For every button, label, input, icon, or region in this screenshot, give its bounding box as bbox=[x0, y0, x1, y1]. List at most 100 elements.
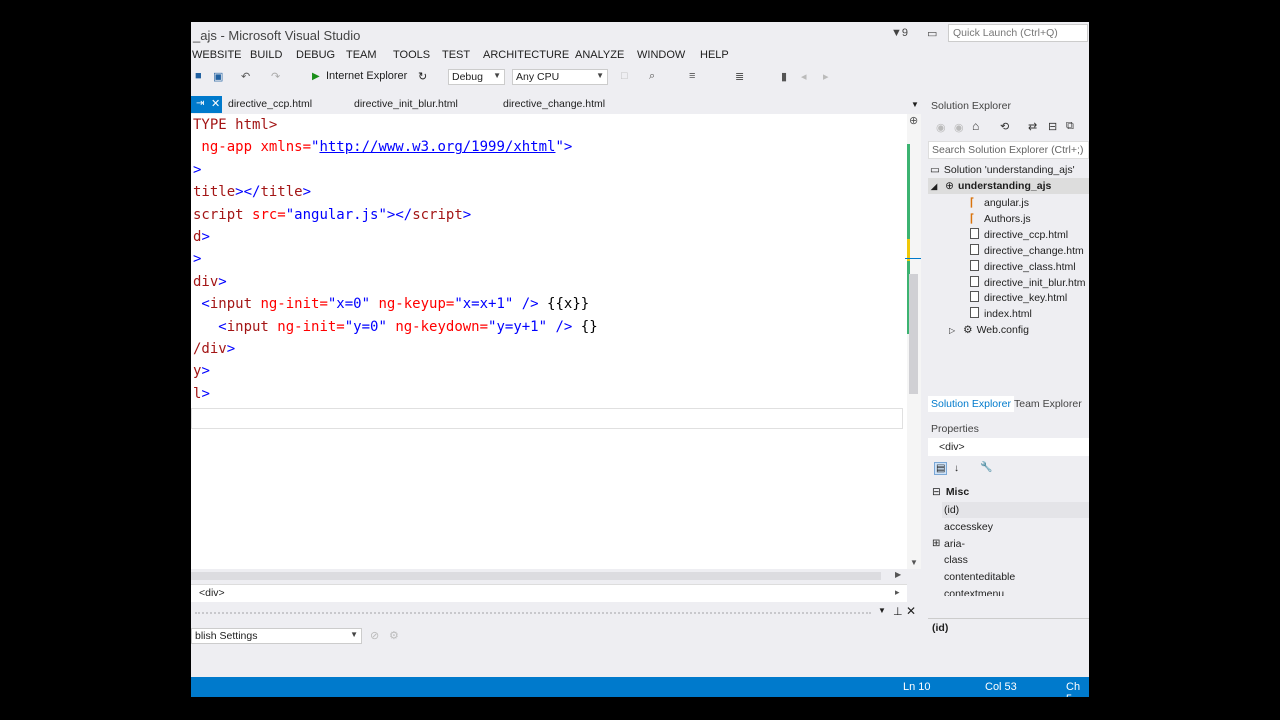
alphabetical-icon[interactable]: ↓ bbox=[954, 463, 959, 474]
solution-file-item[interactable]: directive_init_blur.htm bbox=[970, 275, 1086, 289]
run-target-button[interactable]: Internet Explorer bbox=[326, 70, 407, 82]
solution-file-item[interactable]: directive_change.htm bbox=[970, 243, 1084, 257]
settings-gear-icon[interactable]: ⚙ bbox=[389, 629, 399, 642]
indent-icon[interactable]: ≣ bbox=[735, 70, 744, 83]
menu-architecture[interactable]: ARCHITECTURE bbox=[483, 49, 569, 61]
collapse-all-icon[interactable]: ⊟ bbox=[1048, 120, 1057, 133]
code-line[interactable]: l> bbox=[193, 383, 210, 405]
active-tab[interactable]: ⇥ ✕ bbox=[191, 96, 222, 113]
tab-overflow-chevron-icon[interactable]: ▼ bbox=[911, 100, 919, 109]
horizontal-scroll-thumb[interactable] bbox=[191, 572, 881, 580]
code-line[interactable]: script src="angular.js"></script> bbox=[193, 204, 471, 226]
code-line[interactable]: <input ng-init="y=0" ng-keydown="y=y+1" … bbox=[193, 316, 597, 338]
refresh-icon[interactable]: ↻ bbox=[418, 70, 427, 83]
project-node[interactable]: ◢ ⊕ understanding_ajs bbox=[931, 180, 1051, 192]
code-line[interactable]: div> bbox=[193, 271, 227, 293]
code-line[interactable]: d> bbox=[193, 226, 210, 248]
solution-file-item[interactable]: index.html bbox=[970, 307, 1032, 320]
sync-icon[interactable]: ⟲ bbox=[1000, 120, 1009, 133]
property-row[interactable]: (id) bbox=[944, 504, 959, 516]
expand-icon[interactable]: ▸ bbox=[895, 587, 900, 598]
menu-team[interactable]: TEAM bbox=[346, 49, 377, 61]
scroll-thumb[interactable] bbox=[909, 274, 918, 394]
close-icon[interactable]: ✕ bbox=[906, 604, 916, 618]
tab-team-explorer[interactable]: Team Explorer bbox=[1014, 398, 1082, 410]
menu-test[interactable]: TEST bbox=[442, 49, 470, 61]
home-icon[interactable]: ⌂ bbox=[972, 119, 979, 133]
code-line[interactable]: ng-app xmlns= "http://www.w3.org/1999/xht… bbox=[193, 136, 572, 158]
refresh-icon[interactable]: ⇄ bbox=[1028, 120, 1037, 133]
save-icon[interactable]: ■ bbox=[195, 70, 202, 82]
pin-icon[interactable]: ⇥ bbox=[196, 98, 204, 109]
code-line[interactable]: y> bbox=[193, 360, 210, 382]
solution-file-item[interactable]: directive_class.html bbox=[970, 259, 1076, 273]
configuration-select[interactable]: Debug ▼ bbox=[448, 69, 505, 85]
menu-analyze[interactable]: ANALYZE bbox=[575, 49, 624, 61]
menu-window[interactable]: WINDOW bbox=[637, 49, 685, 61]
element-path[interactable]: <div> bbox=[199, 587, 225, 599]
start-debug-icon[interactable]: ▶ bbox=[312, 71, 320, 82]
property-pages-icon[interactable]: 🔧 bbox=[980, 462, 992, 473]
quick-launch-input[interactable]: Quick Launch (Ctrl+Q) bbox=[948, 24, 1088, 42]
code-token[interactable]: http://www.w3.org/1999/xhtml bbox=[319, 139, 555, 155]
menu-website[interactable]: WEBSITE bbox=[192, 49, 242, 61]
code-line[interactable]: <input ng-init="x=0" ng-keyup="x=x+1" />… bbox=[193, 293, 589, 315]
solution-search-input[interactable]: Search Solution Explorer (Ctrl+;) bbox=[928, 141, 1089, 159]
output-source-select[interactable]: blish Settings ▼ bbox=[191, 628, 362, 644]
webconfig-node[interactable]: ▷ ⚙ Web.config bbox=[949, 324, 1029, 336]
editor-vertical-scrollbar[interactable]: ⊕ ▼ bbox=[907, 114, 921, 569]
categorized-icon[interactable]: ▤ bbox=[934, 462, 948, 475]
solution-file-item[interactable]: directive_key.html bbox=[970, 291, 1067, 304]
bookmark-icon[interactable]: ▮ bbox=[781, 70, 787, 83]
editor-horizontal-scrollbar[interactable]: ▶ bbox=[191, 570, 907, 582]
panel-menu-chevron-icon[interactable]: ▼ bbox=[878, 606, 886, 615]
solution-file-item[interactable]: ⌈ Authors.js bbox=[970, 212, 1031, 225]
code-line[interactable]: title></title> bbox=[193, 181, 311, 203]
clear-icon[interactable]: ⊘ bbox=[370, 629, 379, 642]
close-icon[interactable]: ✕ bbox=[211, 97, 220, 110]
code-line[interactable]: > bbox=[193, 159, 201, 181]
back-icon[interactable]: ◉ bbox=[936, 121, 946, 134]
solution-node[interactable]: ▭ Solution 'understanding_ajs' bbox=[930, 164, 1075, 176]
menu-help[interactable]: HELP bbox=[700, 49, 729, 61]
tab-solution-explorer[interactable]: Solution Explorer bbox=[928, 396, 1014, 412]
category-misc[interactable]: ⊟ Misc bbox=[932, 486, 969, 498]
bookmark-prev-icon[interactable]: ◂ bbox=[801, 70, 807, 83]
tab-directive-ccp[interactable]: directive_ccp.html bbox=[228, 98, 312, 110]
redo-icon[interactable]: ↷ bbox=[271, 70, 280, 83]
undo-icon[interactable]: ↶ bbox=[241, 70, 250, 83]
forward-icon[interactable]: ◉ bbox=[954, 121, 964, 134]
comment-icon[interactable]: ≡ bbox=[689, 70, 695, 82]
property-row[interactable]: contextmenu bbox=[944, 588, 1004, 596]
tab-directive-init-blur[interactable]: directive_init_blur.html bbox=[354, 98, 458, 110]
menu-tools[interactable]: TOOLS bbox=[393, 49, 430, 61]
feedback-icon[interactable]: ▭ bbox=[927, 27, 937, 40]
save-all-icon[interactable]: ▣ bbox=[213, 70, 223, 83]
expand-icon[interactable]: ⊞ bbox=[932, 538, 940, 549]
find-icon[interactable]: □ bbox=[621, 70, 628, 82]
property-description: (id) bbox=[932, 622, 949, 634]
code-editor[interactable]: TYPE html> ng-app xmlns= "http://www.w3.o… bbox=[191, 114, 907, 569]
property-row[interactable]: aria- bbox=[944, 538, 965, 550]
property-row[interactable]: class bbox=[944, 554, 968, 566]
code-line[interactable]: TYPE html> bbox=[193, 114, 277, 136]
property-row[interactable]: contenteditable bbox=[944, 571, 1015, 583]
scroll-right-icon[interactable]: ▶ bbox=[895, 570, 901, 579]
menu-debug[interactable]: DEBUG bbox=[296, 49, 335, 61]
tab-directive-change[interactable]: directive_change.html bbox=[503, 98, 605, 110]
platform-select[interactable]: Any CPU ▼ bbox=[512, 69, 608, 85]
property-row[interactable]: accesskey bbox=[944, 521, 993, 533]
menu-build[interactable]: BUILD bbox=[250, 49, 282, 61]
scroll-down-icon[interactable]: ▼ bbox=[910, 558, 918, 567]
browse-icon[interactable]: ⌕ bbox=[649, 70, 655, 83]
code-line[interactable]: /div> bbox=[193, 338, 235, 360]
solution-file-item[interactable]: directive_ccp.html bbox=[970, 227, 1068, 241]
split-icon[interactable]: ⊕ bbox=[909, 114, 918, 127]
pin-icon[interactable]: ⊥ bbox=[893, 605, 903, 618]
show-all-files-icon[interactable]: ⧉ bbox=[1066, 120, 1074, 133]
bookmark-next-icon[interactable]: ▸ bbox=[823, 70, 829, 83]
solution-file-item[interactable]: ⌈ angular.js bbox=[970, 196, 1029, 209]
code-line[interactable]: > bbox=[193, 248, 201, 270]
property-object-select[interactable]: <div> bbox=[928, 438, 1089, 456]
notification-flag-icon[interactable]: ▼9 bbox=[891, 27, 908, 39]
